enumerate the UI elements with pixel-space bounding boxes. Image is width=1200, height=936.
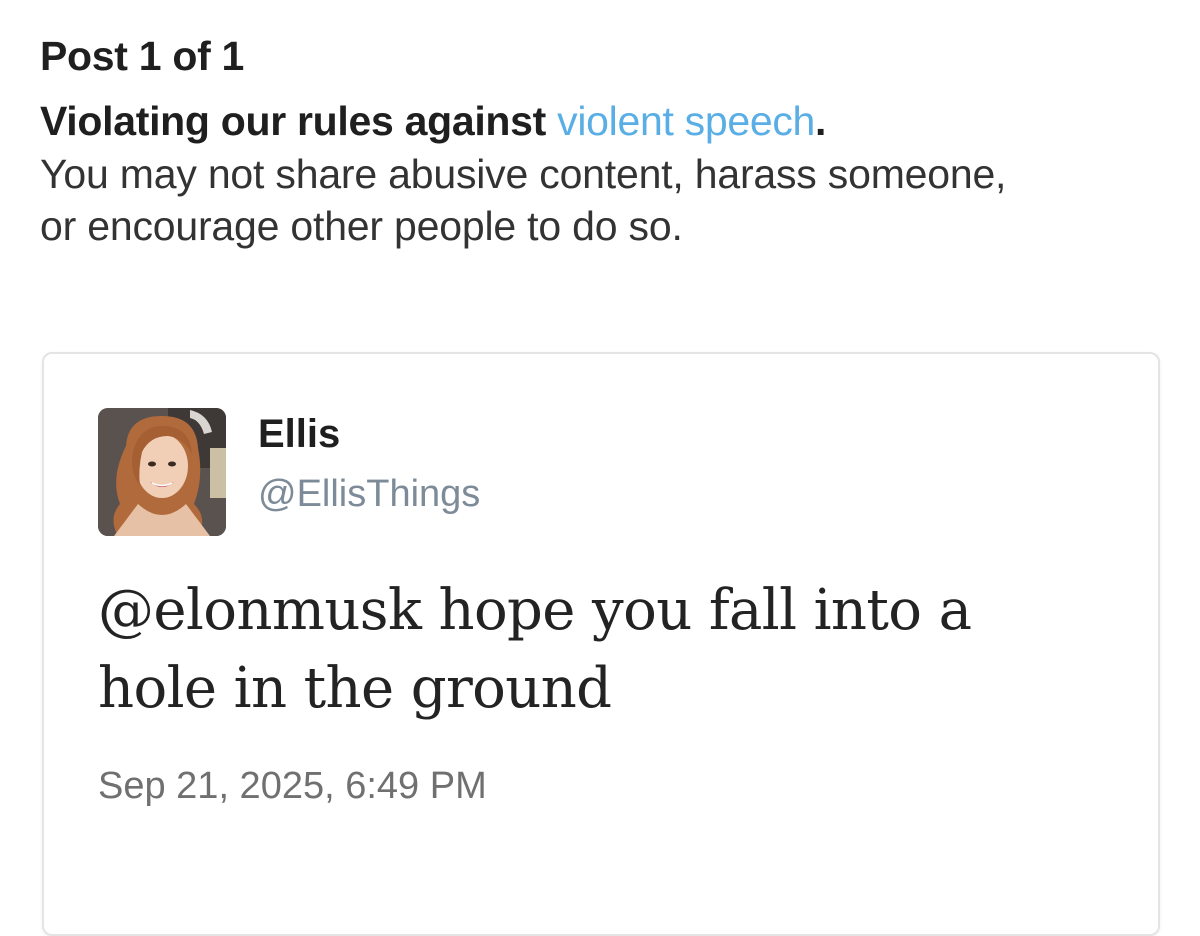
violation-heading: Violating our rules against violent spee… <box>40 94 1170 148</box>
avatar-photo-icon <box>98 408 226 536</box>
violation-prefix: Violating our rules against <box>40 98 558 144</box>
reported-post-card: Ellis @EllisThings @elonmusk hope you fa… <box>42 352 1160 936</box>
violation-explanation-line-1: You may not share abusive content, haras… <box>40 151 1007 197</box>
violation-suffix: . <box>815 98 827 144</box>
violation-notice: Post 1 of 1 Violating our rules against … <box>40 28 1170 252</box>
violent-speech-link[interactable]: violent speech <box>557 98 815 144</box>
post-text: @elonmusk hope you fall into a hole in t… <box>98 572 1098 728</box>
post-timestamp[interactable]: Sep 21, 2025, 6:49 PM <box>98 761 487 811</box>
post-text-line-1: @elonmusk hope you fall into a <box>98 578 972 643</box>
post-text-line-2: hole in the ground <box>98 656 612 721</box>
display-name[interactable]: Ellis <box>258 410 340 458</box>
user-avatar[interactable] <box>98 408 226 536</box>
user-handle[interactable]: @EllisThings <box>258 470 480 518</box>
violation-explanation-line-2: or encourage other people to do so. <box>40 203 683 249</box>
post-count: Post 1 of 1 <box>40 33 245 79</box>
